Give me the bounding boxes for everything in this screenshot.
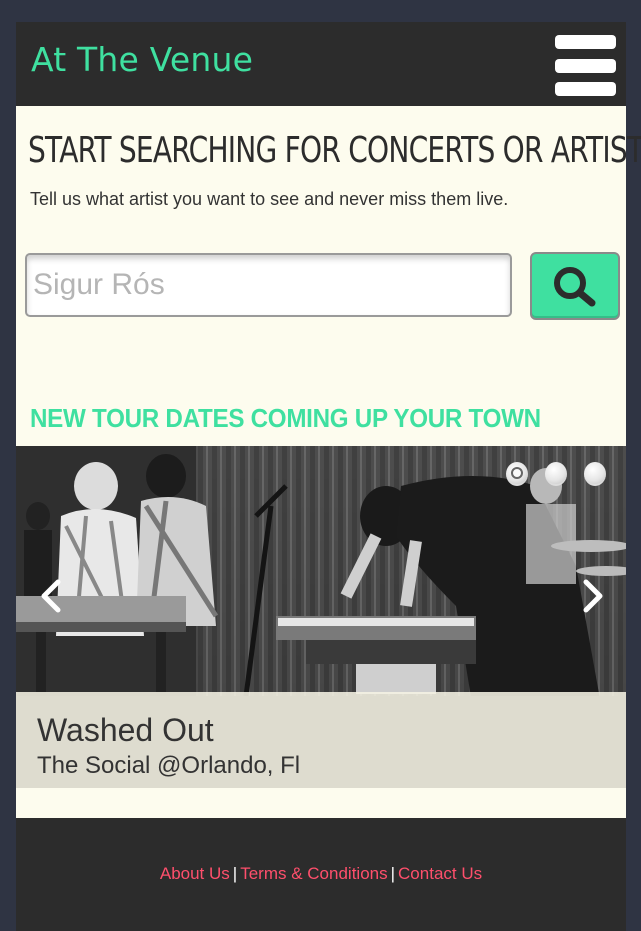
- hamburger-icon[interactable]: [555, 35, 617, 97]
- top-bar: At The Venue: [16, 22, 626, 106]
- search-input[interactable]: [25, 253, 512, 317]
- carousel-dot-1[interactable]: [506, 462, 528, 486]
- hamburger-line: [555, 59, 616, 73]
- footer-links: About Us | Terms & Conditions | Contact Us: [16, 864, 626, 884]
- search-icon: [554, 267, 596, 307]
- page-tagline: Tell us what artist you want to see and …: [30, 189, 509, 209]
- app-frame: At The Venue Start Searching For Concert…: [16, 22, 641, 931]
- slide-artist: Washed Out: [37, 712, 214, 748]
- footer-link-terms[interactable]: Terms & Conditions: [240, 864, 387, 883]
- slide-venue: The Social @Orlando, Fl: [37, 752, 301, 779]
- hamburger-line: [555, 82, 616, 96]
- footer-separator: |: [232, 864, 238, 883]
- page-headline: Start Searching For Concerts or Artists: [28, 130, 641, 171]
- hamburger-line: [555, 35, 616, 49]
- footer-link-contact[interactable]: Contact Us: [398, 864, 482, 883]
- tour-carousel[interactable]: Washed Out The Social @Orlando, Fl: [16, 446, 626, 788]
- search-button[interactable]: [530, 252, 620, 320]
- brand-logo[interactable]: At The Venue: [31, 40, 253, 79]
- carousel-dot-3[interactable]: [584, 462, 606, 486]
- section-title-tour-dates: NEW TOUR DATES COMING UP YOUR TOWN: [30, 403, 541, 433]
- main-content: Start Searching For Concerts or Artists …: [16, 106, 641, 818]
- footer: About Us | Terms & Conditions | Contact Us: [16, 818, 626, 931]
- footer-link-about[interactable]: About Us: [160, 864, 230, 883]
- carousel-dot-2[interactable]: [545, 462, 567, 486]
- slide-caption[interactable]: Washed Out The Social @Orlando, Fl: [16, 692, 626, 788]
- chevron-right-icon[interactable]: [578, 576, 608, 616]
- chevron-left-icon[interactable]: [36, 576, 66, 616]
- footer-separator: |: [390, 864, 396, 883]
